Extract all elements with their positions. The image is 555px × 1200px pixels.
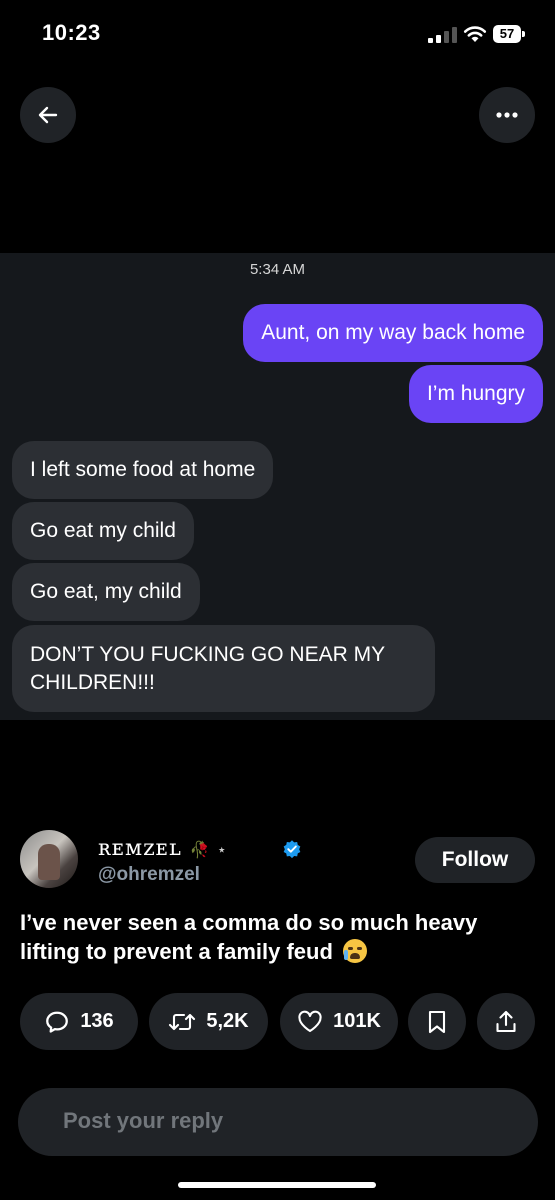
arrow-left-icon bbox=[38, 106, 58, 124]
heart-icon bbox=[298, 1010, 322, 1032]
repost-icon bbox=[169, 1013, 196, 1030]
author-name-text: ʀᴇᴍᴢᴇʟ bbox=[98, 836, 182, 861]
outgoing-message-bubble: Aunt, on my way back home bbox=[243, 304, 543, 362]
avatar[interactable] bbox=[20, 830, 78, 888]
loudly-crying-face-icon bbox=[343, 939, 368, 963]
author-name-decor: 🥀 ⋆ bbox=[189, 840, 228, 859]
like-count: 101K bbox=[333, 1010, 381, 1032]
reply-button[interactable]: 136 bbox=[20, 993, 138, 1050]
status-bar: 10:23 57 bbox=[0, 0, 555, 70]
author-display-name[interactable]: ʀᴇᴍᴢᴇʟ 🥀 ⋆ bbox=[98, 836, 228, 861]
battery-icon: 57 bbox=[493, 25, 526, 43]
status-time: 10:23 bbox=[42, 20, 101, 45]
more-options-button[interactable] bbox=[479, 87, 535, 143]
bookmark-icon bbox=[428, 1010, 446, 1033]
follow-button[interactable]: Follow bbox=[415, 837, 535, 883]
home-indicator[interactable] bbox=[178, 1182, 376, 1188]
cellular-signal-icon bbox=[428, 27, 458, 43]
repost-button[interactable]: 5,2K bbox=[149, 993, 268, 1050]
reply-placeholder: Post your reply bbox=[63, 1108, 224, 1133]
share-icon bbox=[496, 1010, 516, 1032]
wifi-icon bbox=[463, 26, 487, 42]
incoming-message-bubble: Go eat, my child bbox=[12, 563, 200, 621]
author-handle[interactable]: @ohremzel bbox=[98, 864, 200, 886]
repost-count: 5,2K bbox=[206, 1010, 249, 1032]
tweet-text: I’ve never seen a comma do so much heavy… bbox=[20, 908, 530, 966]
tweet-author: ʀᴇᴍᴢᴇʟ 🥀 ⋆ @ohremzel Follow bbox=[20, 830, 535, 894]
back-button[interactable] bbox=[20, 87, 76, 143]
incoming-message-bubble: I left some food at home bbox=[12, 441, 274, 499]
share-button[interactable] bbox=[477, 993, 535, 1050]
outgoing-message-bubble: I’m hungry bbox=[408, 365, 543, 423]
chat-screenshot: 5:34 AM Aunt, on my way back home I’m hu… bbox=[0, 253, 555, 720]
bookmark-button[interactable] bbox=[408, 993, 466, 1050]
incoming-message-bubble: Go eat my child bbox=[12, 502, 194, 560]
like-button[interactable]: 101K bbox=[280, 993, 398, 1050]
action-bar: 136 5,2K 101K bbox=[20, 993, 535, 1051]
reply-count: 136 bbox=[80, 1010, 114, 1032]
chat-timestamp: 5:34 AM bbox=[249, 261, 306, 278]
comment-icon bbox=[46, 1011, 69, 1033]
reply-input[interactable]: Post your reply bbox=[18, 1088, 538, 1156]
tweet-body: I’ve never seen a comma do so much heavy… bbox=[20, 910, 478, 964]
more-dots-icon bbox=[496, 112, 518, 118]
verified-badge-icon bbox=[283, 840, 301, 859]
battery-level: 57 bbox=[493, 25, 521, 43]
incoming-message-bubble: DON’T YOU FUCKING GO NEAR MY CHILDREN!!! bbox=[12, 625, 435, 712]
